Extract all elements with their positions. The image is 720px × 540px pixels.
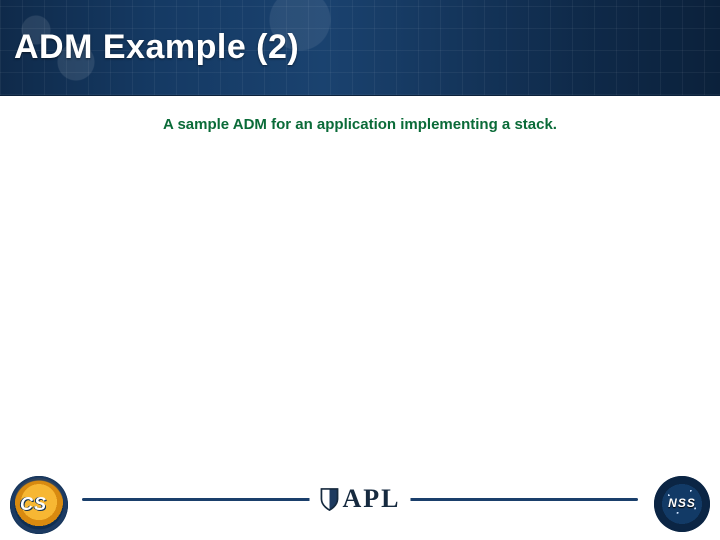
cs-badge-icon: CS — [10, 476, 68, 534]
slide-title: ADM Example (2) — [14, 28, 299, 67]
cs-badge-label: CS — [20, 494, 47, 515]
title-band: ADM Example (2) — [0, 0, 720, 96]
logo-center: APL — [310, 484, 411, 514]
slide-subtitle: A sample ADM for an application implemen… — [0, 116, 720, 133]
apl-shield-icon — [320, 487, 340, 511]
nss-badge-label: NSS — [654, 496, 710, 510]
logo-left: CS — [10, 476, 68, 534]
content-area — [40, 150, 680, 450]
logo-right: NSS — [654, 476, 710, 532]
footer: CS APL NSS — [0, 462, 720, 540]
slide: ADM Example (2) A sample ADM for an appl… — [0, 0, 720, 540]
nss-badge-icon: NSS — [654, 476, 710, 532]
apl-logo-label: APL — [343, 484, 401, 514]
